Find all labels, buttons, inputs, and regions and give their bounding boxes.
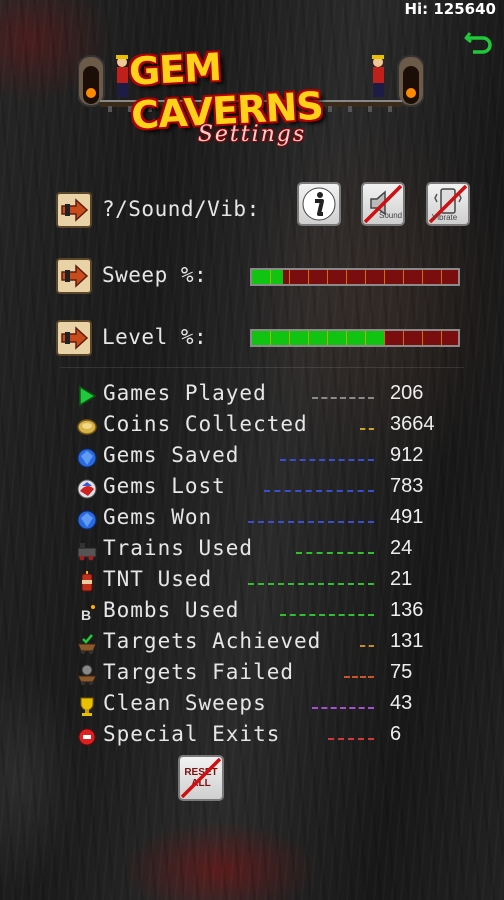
stat-value: 131 [390,630,424,652]
level-label: Level %: [102,325,208,349]
stat-label: Trains Used [103,536,254,560]
vibrate-label: Vibrate [432,213,458,222]
disabled-slash-icon [180,757,222,799]
stat-row: Gems Won 491 [76,505,496,536]
stat-label: Gems Lost [103,474,226,498]
stat-row: TNT Used 21 [76,567,496,598]
reset-all-button[interactable]: RESET ALL [178,755,224,801]
stat-row: Special Exits 6 [76,722,496,753]
page-title: Settings [197,122,307,147]
level-slider-ticks [252,331,458,345]
stat-leader [264,490,374,492]
stat-value: 6 [390,723,402,745]
stat-label: Special Exits [103,722,281,746]
stat-row: Trains Used 24 [76,536,496,567]
stat-leader [280,614,374,616]
level-slider[interactable] [250,329,460,347]
stat-leader [312,397,374,399]
stat-value: 912 [390,444,424,466]
stat-value: 491 [390,506,424,528]
stat-row: Gems Saved 912 [76,443,496,474]
stat-label: Gems Won [103,505,213,529]
stat-value: 136 [390,599,424,621]
undo-arrow-icon[interactable] [464,26,494,56]
cart-fail-icon [77,664,97,685]
stat-row: Targets Achieved 131 [76,629,496,660]
stat-value: 24 [390,537,413,559]
stat-row: B Bombs Used 136 [76,598,496,629]
trophy-icon [80,697,94,716]
blue-gem-icon [77,448,97,468]
stat-row: Gems Lost 783 [76,474,496,505]
play-icon [79,385,97,407]
hi-score: Hi: 125640 [404,0,496,18]
stat-label: Targets Failed [103,660,295,684]
sweep-label: Sweep %: [102,263,208,287]
stat-value: 3664 [390,413,435,435]
stat-leader [360,428,374,430]
bomb-icon: B [81,605,95,623]
info-icon [302,187,336,221]
tnt-icon [81,571,93,592]
stat-value: 75 [390,661,413,683]
stat-label: Clean Sweeps [103,691,267,715]
stat-row: Clean Sweeps 43 [76,691,496,722]
train-icon [77,543,97,561]
stat-leader [296,552,374,554]
sound-label: Sound [379,211,403,220]
sweep-arrow-button[interactable] [56,258,92,294]
level-arrow-button[interactable] [56,320,92,356]
cart-check-icon [77,634,97,654]
stat-leader [360,645,374,647]
stat-row: Coins Collected 3664 [76,412,496,443]
options-arrow-button[interactable] [56,192,92,228]
blue-gem-icon [77,510,97,530]
divider [60,367,464,368]
stop-icon [78,728,96,746]
stat-label: Coins Collected [103,412,308,436]
stat-leader [248,583,374,585]
stat-row: Targets Failed 75 [76,660,496,691]
stat-row: Games Played 206 [76,381,496,412]
red-gem-icon [77,479,97,499]
info-button[interactable] [297,182,341,226]
stat-leader [312,707,374,709]
game-logo: GEM CAVERNS [78,38,424,138]
vibrate-toggle-button[interactable]: Vibrate [426,182,470,226]
stat-leader [248,521,374,523]
stat-value: 206 [390,382,424,404]
stat-leader [344,676,374,678]
sound-toggle-button[interactable]: Sound [361,182,405,226]
stat-label: TNT Used [103,567,213,591]
svg-text:B: B [81,607,91,623]
stat-label: Targets Achieved [103,629,322,653]
options-label: ?/Sound/Vib: [102,197,260,221]
coin-icon [77,419,97,435]
sweep-slider[interactable] [250,268,460,286]
sweep-slider-ticks [252,270,458,284]
stat-leader [328,738,374,740]
stat-value: 43 [390,692,413,714]
stat-label: Gems Saved [103,443,240,467]
stat-value: 21 [390,568,413,590]
stat-label: Bombs Used [103,598,240,622]
stat-value: 783 [390,475,424,497]
stat-leader [280,459,374,461]
stat-label: Games Played [103,381,267,405]
